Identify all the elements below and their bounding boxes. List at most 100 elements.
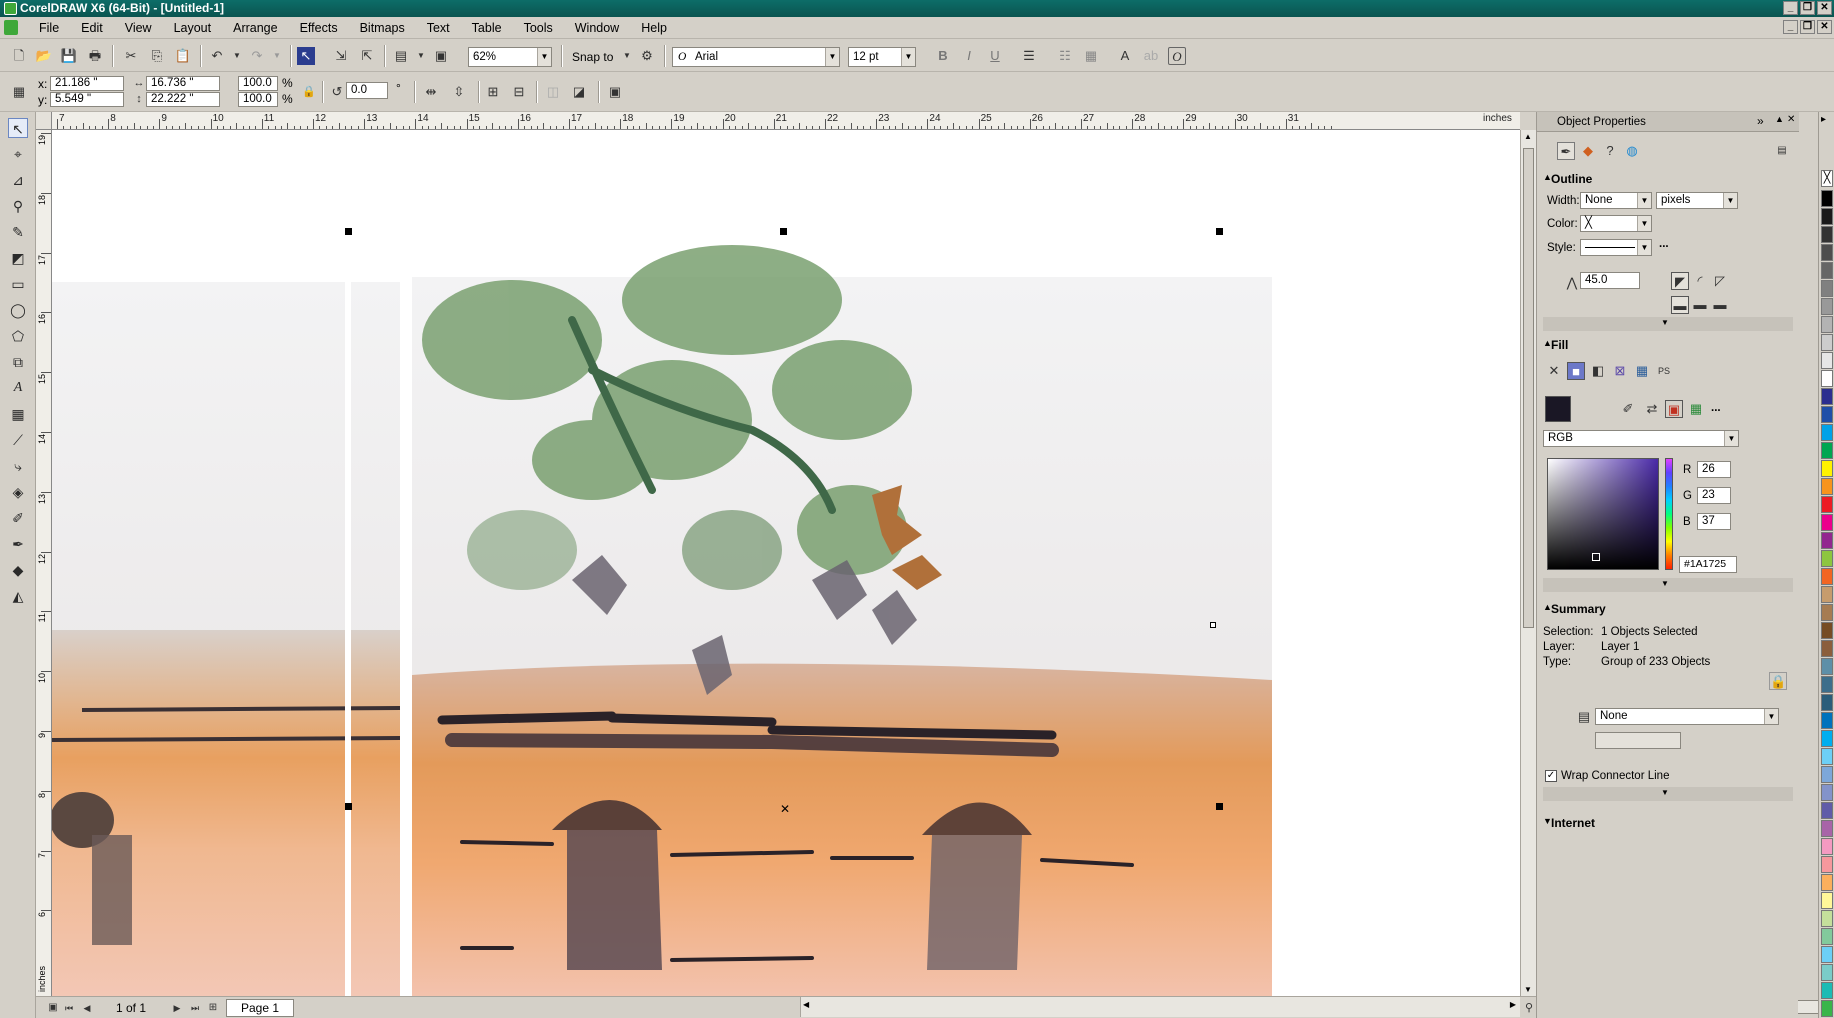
miter-join-icon[interactable]: ◤ <box>1671 272 1689 290</box>
color-swatch[interactable] <box>1821 550 1833 567</box>
underline-icon[interactable]: U <box>986 47 1004 65</box>
color-swatch[interactable] <box>1821 838 1833 855</box>
color-swatch[interactable] <box>1821 946 1833 963</box>
docker-menu-icon[interactable]: ▤ <box>1773 142 1791 160</box>
menu-window[interactable]: Window <box>564 21 630 35</box>
opentype-toggle-icon[interactable]: O <box>1168 47 1186 65</box>
launcher-dropdown-icon[interactable]: ▼ <box>412 47 430 65</box>
color-swatch[interactable] <box>1821 388 1833 405</box>
outline-tab-icon[interactable]: ✒ <box>1557 142 1575 160</box>
outline-unit-field[interactable]: pixels ▼ <box>1656 192 1738 209</box>
color-swatch[interactable] <box>1821 982 1833 999</box>
text-properties-icon[interactable]: A <box>1116 47 1134 65</box>
fill-color-swatch[interactable] <box>1545 396 1571 422</box>
green-field[interactable]: 23 <box>1697 487 1731 504</box>
outline-width-field[interactable]: None ▼ <box>1580 192 1652 209</box>
color-swatch[interactable] <box>1821 928 1833 945</box>
square-cap-icon[interactable]: ▬ <box>1711 296 1729 314</box>
ungroup-icon[interactable]: ⊟ <box>510 83 528 101</box>
lock-icon[interactable]: 🔒 <box>1769 672 1787 690</box>
summary-expand-bar[interactable]: ▼ <box>1543 787 1793 801</box>
new-document-icon[interactable]: 🗋 <box>10 47 28 65</box>
vertical-scroll-thumb[interactable] <box>1523 148 1534 628</box>
color-swatch[interactable] <box>1821 730 1833 747</box>
color-picker-cursor[interactable] <box>1592 553 1600 561</box>
color-viewer-icon[interactable]: ▣ <box>1665 400 1683 418</box>
outline-pen-tool-icon[interactable]: ✒ <box>8 534 28 554</box>
last-page-icon[interactable]: ⏭ <box>186 999 204 1017</box>
doc-close-button[interactable]: ✕ <box>1817 20 1832 34</box>
rectangle-tool-icon[interactable]: ▭ <box>8 274 28 294</box>
menu-layout[interactable]: Layout <box>163 21 223 35</box>
hex-color-field[interactable]: #1A1725 <box>1679 556 1737 573</box>
color-swatch[interactable] <box>1821 622 1833 639</box>
no-fill-icon[interactable]: ✕ <box>1545 362 1563 380</box>
color-swatch[interactable] <box>1821 334 1833 351</box>
italic-icon[interactable]: I <box>960 47 978 65</box>
color-swatch[interactable] <box>1821 1000 1833 1017</box>
eyedropper-icon[interactable]: ✐ <box>1619 400 1637 418</box>
close-button[interactable]: ✕ <box>1817 1 1832 15</box>
fill-tool-icon[interactable]: ◆ <box>8 560 28 580</box>
y-position-field[interactable]: 5.549 " <box>50 92 124 107</box>
round-join-icon[interactable]: ◜ <box>1691 272 1709 290</box>
doc-minimize-button[interactable]: _ <box>1783 20 1798 34</box>
freehand-tool-icon[interactable]: ✎ <box>8 222 28 242</box>
outline-style-more-button[interactable]: ... <box>1659 238 1669 250</box>
round-cap-icon[interactable]: ▬ <box>1691 296 1709 314</box>
color-swatch[interactable] <box>1821 604 1833 621</box>
snap-to-button[interactable]: Snap to <box>572 50 613 64</box>
color-picker-area[interactable] <box>1547 458 1659 570</box>
restore-button[interactable]: ❐ <box>1800 1 1815 15</box>
mirror-vertical-icon[interactable]: ⇳ <box>450 83 468 101</box>
color-swatch[interactable] <box>1821 226 1833 243</box>
application-launcher-icon[interactable]: ▤ <box>392 47 410 65</box>
summary-tab-icon[interactable]: ? <box>1601 142 1619 160</box>
import-icon[interactable]: ⇲ <box>332 47 350 65</box>
color-swatch[interactable] <box>1821 496 1833 513</box>
shape-tool-icon[interactable]: ⌖ <box>8 144 28 164</box>
color-swatch[interactable] <box>1821 640 1833 657</box>
page-tab[interactable]: Page 1 <box>226 999 295 1017</box>
options-icon[interactable]: ⚙ <box>638 47 656 65</box>
paste-icon[interactable]: 📋 <box>174 47 192 65</box>
edit-text-icon[interactable]: ab <box>1142 47 1160 65</box>
outline-expand-bar[interactable]: ▼ <box>1543 317 1793 331</box>
color-swatch[interactable] <box>1821 676 1833 693</box>
previous-page-icon[interactable]: ◀ <box>78 999 96 1017</box>
color-swatch[interactable] <box>1821 658 1833 675</box>
horizontal-scrollbar[interactable]: ◀ ▶ <box>800 997 1834 1017</box>
minimize-button[interactable]: _ <box>1783 1 1798 15</box>
vertical-scrollbar[interactable]: ▲ ▼ <box>1520 130 1536 996</box>
selection-handle-middle-right[interactable] <box>1210 622 1216 628</box>
selection-handle-top-middle[interactable] <box>780 228 787 235</box>
lock-ratio-icon[interactable]: 🔒 <box>300 83 318 101</box>
color-swatch[interactable] <box>1821 190 1833 207</box>
smart-fill-tool-icon[interactable]: ◩ <box>8 248 28 268</box>
color-swatch[interactable] <box>1821 208 1833 225</box>
color-model-dropdown[interactable]: RGB ▼ <box>1543 430 1739 447</box>
text-tool-icon[interactable]: A <box>8 378 28 398</box>
hue-slider[interactable] <box>1665 458 1673 570</box>
color-swatch[interactable] <box>1821 766 1833 783</box>
color-swatch[interactable] <box>1821 244 1833 261</box>
drawing-canvas[interactable]: ✕ <box>52 130 1520 996</box>
color-swatch[interactable] <box>1821 712 1833 729</box>
uniform-fill-icon[interactable]: ■ <box>1567 362 1585 380</box>
color-sliders-icon[interactable]: ⇄ <box>1643 400 1661 418</box>
menu-text[interactable]: Text <box>416 21 461 35</box>
selection-handle-top-left[interactable] <box>345 228 352 235</box>
color-swatch[interactable] <box>1821 856 1833 873</box>
selection-handle-bottom-left[interactable] <box>345 803 352 810</box>
no-color-swatch[interactable]: ╳ <box>1821 170 1833 187</box>
color-swatch[interactable] <box>1821 784 1833 801</box>
scale-height-field[interactable]: 100.0 <box>238 92 278 107</box>
menu-tools[interactable]: Tools <box>513 21 564 35</box>
next-page-icon[interactable]: ▶ <box>168 999 186 1017</box>
open-folder-icon[interactable]: 📂 <box>35 47 53 65</box>
color-swatch[interactable] <box>1821 748 1833 765</box>
menu-edit[interactable]: Edit <box>70 21 114 35</box>
color-swatch[interactable] <box>1821 262 1833 279</box>
docker-close-icon[interactable]: ✕ <box>1787 114 1795 125</box>
connector-tool-icon[interactable]: ⤷ <box>8 456 28 476</box>
